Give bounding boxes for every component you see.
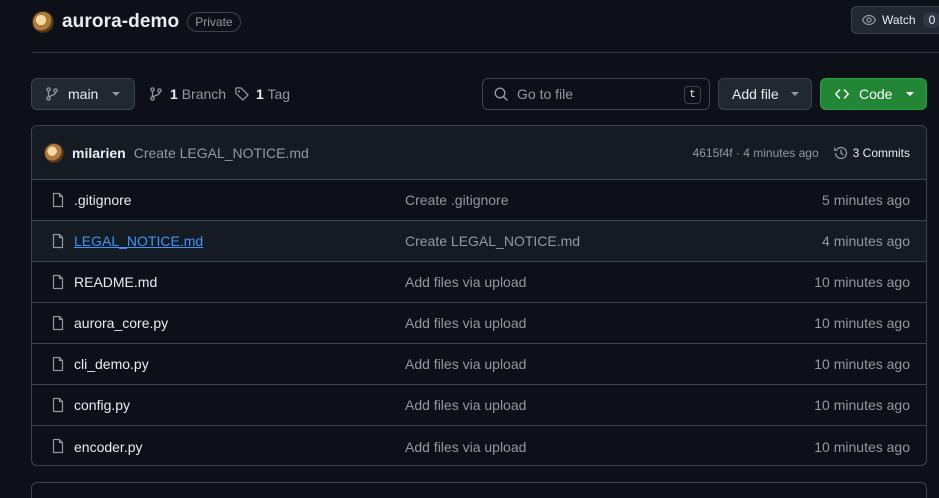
file-updated-time: 10 minutes ago bbox=[814, 438, 910, 455]
file-commit-message[interactable]: Create .gitignore bbox=[405, 192, 509, 208]
branch-select-button[interactable]: main bbox=[31, 78, 135, 110]
file-commit-message[interactable]: Create LEGAL_NOTICE.md bbox=[405, 233, 580, 249]
code-button[interactable]: Code bbox=[820, 78, 927, 110]
code-icon bbox=[835, 89, 849, 99]
file-updated-time: 4 minutes ago bbox=[822, 233, 910, 249]
owner-avatar[interactable] bbox=[32, 11, 54, 33]
commit-meta: 4615f4f · 4 minutes ago 3 Commits bbox=[693, 126, 910, 180]
file-row[interactable]: aurora_core.py Add files via upload 10 m… bbox=[32, 303, 926, 344]
file-icon bbox=[52, 274, 64, 290]
add-file-button[interactable]: Add file bbox=[718, 78, 812, 110]
file-icon bbox=[52, 397, 64, 413]
file-commit-message[interactable]: Add files via upload bbox=[405, 274, 526, 290]
file-name[interactable]: cli_demo.py bbox=[74, 356, 149, 372]
file-name[interactable]: aurora_core.py bbox=[74, 315, 168, 331]
commits-history-link[interactable]: 3 Commits bbox=[833, 145, 910, 161]
watch-label: Watch bbox=[882, 13, 916, 27]
commit-author-avatar[interactable] bbox=[44, 142, 64, 163]
file-icon bbox=[52, 233, 64, 249]
commit-author[interactable]: milarien bbox=[72, 145, 126, 161]
watch-count: 0 bbox=[922, 12, 939, 28]
file-commit-message[interactable]: Add files via upload bbox=[405, 315, 526, 331]
file-name[interactable]: LEGAL_NOTICE.md bbox=[74, 233, 203, 249]
code-label: Code bbox=[859, 86, 893, 102]
add-file-label: Add file bbox=[732, 86, 779, 102]
git-branch-icon bbox=[150, 87, 162, 101]
go-to-file-input[interactable] bbox=[517, 86, 677, 102]
search-shortcut-hint: t bbox=[684, 86, 701, 104]
branch-count: 1 bbox=[170, 86, 178, 102]
file-name[interactable]: .gitignore bbox=[74, 192, 132, 208]
file-name[interactable]: README.md bbox=[74, 274, 157, 290]
file-commit-message[interactable]: Add files via upload bbox=[405, 356, 526, 372]
chevron-down-icon bbox=[112, 92, 121, 96]
file-updated-time: 10 minutes ago bbox=[814, 356, 910, 372]
repo-header: aurora-demo Private bbox=[32, 8, 241, 36]
readme-panel bbox=[31, 482, 927, 498]
git-branch-icon bbox=[46, 87, 58, 101]
file-icon bbox=[52, 356, 64, 372]
file-row[interactable]: .gitignore Create .gitignore 5 minutes a… bbox=[32, 180, 926, 221]
file-updated-time: 10 minutes ago bbox=[814, 397, 910, 413]
file-row[interactable]: LEGAL_NOTICE.md Create LEGAL_NOTICE.md 4… bbox=[32, 221, 926, 262]
branch-label: Branch bbox=[181, 86, 227, 102]
tag-icon bbox=[235, 87, 249, 101]
commits-count: 3 Commits bbox=[852, 146, 910, 160]
file-updated-time: 10 minutes ago bbox=[814, 274, 910, 290]
commit-hash-time[interactable]: 4615f4f · 4 minutes ago bbox=[693, 146, 819, 160]
header-divider bbox=[32, 52, 939, 53]
watch-button[interactable]: Watch 0 bbox=[851, 6, 939, 34]
go-to-file-search[interactable]: t bbox=[482, 78, 710, 110]
file-icon bbox=[52, 438, 64, 454]
tag-count: 1 bbox=[256, 86, 264, 102]
latest-commit-bar: milarien Create LEGAL_NOTICE.md 4615f4f … bbox=[32, 126, 926, 180]
repo-name[interactable]: aurora-demo bbox=[62, 11, 179, 33]
tags-link[interactable]: 1 Tag bbox=[234, 78, 290, 110]
file-name[interactable]: config.py bbox=[74, 397, 130, 413]
file-commit-message[interactable]: Add files via upload bbox=[405, 397, 526, 413]
file-browser: milarien Create LEGAL_NOTICE.md 4615f4f … bbox=[31, 125, 927, 466]
file-row[interactable]: README.md Add files via upload 10 minute… bbox=[32, 262, 926, 303]
eye-icon bbox=[861, 14, 877, 26]
visibility-badge: Private bbox=[187, 12, 241, 32]
file-commit-message[interactable]: Add files via upload bbox=[405, 439, 526, 455]
file-name[interactable]: encoder.py bbox=[74, 439, 143, 455]
file-updated-time: 5 minutes ago bbox=[822, 192, 910, 208]
file-icon bbox=[52, 192, 64, 208]
file-icon bbox=[52, 315, 64, 331]
branches-link[interactable]: 1 Branch bbox=[148, 78, 226, 110]
branch-name: main bbox=[68, 86, 99, 102]
file-row[interactable]: cli_demo.py Add files via upload 10 minu… bbox=[32, 344, 926, 385]
history-icon bbox=[833, 146, 847, 160]
file-updated-time: 10 minutes ago bbox=[814, 315, 910, 331]
file-row[interactable]: encoder.py Add files via upload 10 minut… bbox=[32, 426, 926, 465]
tag-label: Tag bbox=[267, 86, 291, 102]
file-row[interactable]: config.py Add files via upload 10 minute… bbox=[32, 385, 926, 426]
commit-message[interactable]: Create LEGAL_NOTICE.md bbox=[134, 145, 309, 161]
chevron-down-icon bbox=[790, 92, 799, 96]
search-icon bbox=[494, 87, 508, 101]
chevron-down-icon bbox=[906, 92, 915, 96]
